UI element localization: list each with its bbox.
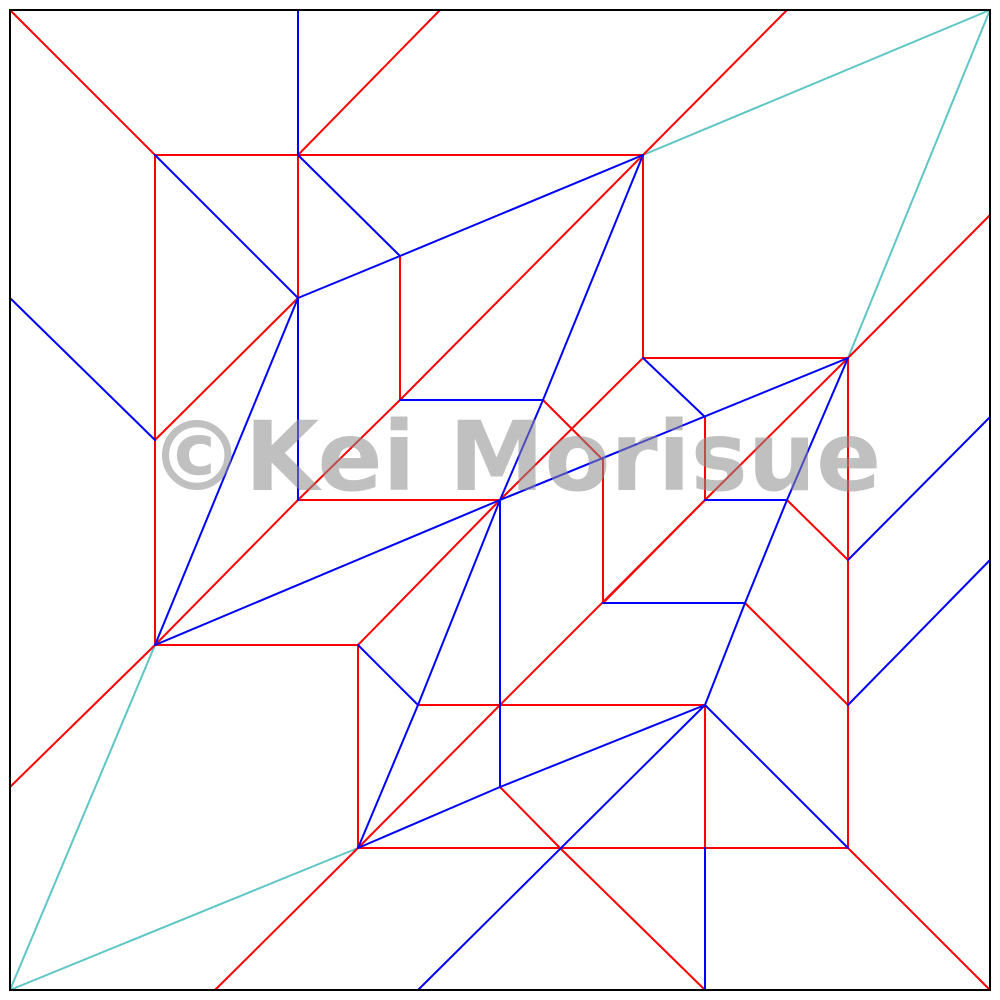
- valley-crease: [154, 154, 299, 299]
- valley-crease: [357, 644, 419, 706]
- auxiliary-crease: [642, 9, 991, 156]
- mountain-crease: [357, 704, 501, 849]
- mountain-crease: [9, 9, 156, 156]
- mountain-crease: [847, 214, 991, 359]
- valley-crease: [542, 154, 644, 401]
- auxiliary-crease: [9, 847, 359, 991]
- mountain-crease: [399, 154, 644, 401]
- valley-crease: [704, 602, 746, 706]
- mountain-crease: [559, 847, 706, 991]
- mountain-crease: [214, 847, 359, 991]
- mountain-crease: [744, 602, 849, 706]
- mountain-crease: [847, 847, 991, 991]
- mountain-crease: [9, 644, 156, 788]
- mountain-crease: [499, 786, 561, 849]
- valley-crease: [744, 499, 788, 604]
- valley-crease: [499, 704, 706, 788]
- valley-crease: [297, 255, 401, 299]
- mountain-crease: [642, 9, 788, 156]
- valley-crease: [9, 297, 156, 441]
- auxiliary-crease: [847, 9, 991, 359]
- valley-crease: [847, 559, 991, 706]
- mountain-crease: [154, 499, 299, 646]
- valley-crease: [417, 499, 501, 706]
- auxiliary-crease: [9, 644, 156, 991]
- valley-crease: [704, 704, 849, 849]
- valley-crease: [297, 154, 401, 257]
- valley-crease: [399, 154, 644, 257]
- crease-pattern: ©Kei Morisue: [9, 9, 991, 991]
- mountain-crease: [357, 499, 501, 646]
- copyright-watermark: ©Kei Morisue: [149, 401, 881, 513]
- mountain-crease: [297, 9, 441, 156]
